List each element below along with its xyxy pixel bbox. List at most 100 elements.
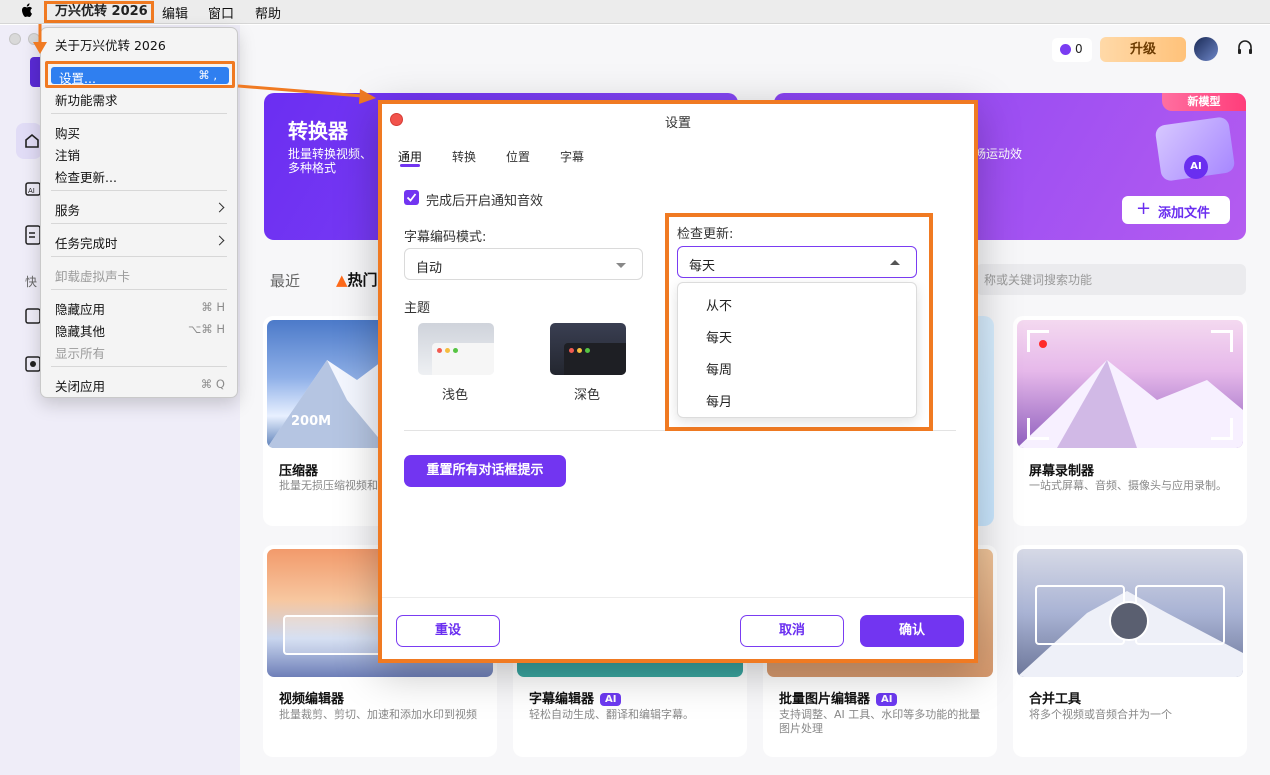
- hide-app-shortcut: ⌘ H: [201, 300, 225, 314]
- menu-separator: [51, 289, 227, 290]
- record-icon[interactable]: [25, 355, 41, 375]
- checkmark-icon: [406, 193, 417, 202]
- tab-recent[interactable]: 最近: [270, 270, 300, 291]
- card-desc: 将多个视频或音频合并为一个: [1029, 708, 1172, 721]
- ai-badge: AI: [600, 693, 622, 706]
- quit-shortcut: ⌘ Q: [200, 377, 225, 391]
- frame-corner-icon: [1027, 418, 1049, 440]
- theme-light-label: 浅色: [442, 388, 469, 403]
- card-merger[interactable]: 合并工具 将多个视频或音频合并为一个: [1013, 545, 1247, 757]
- record-dot-icon: [1039, 340, 1047, 348]
- ai-tools-icon[interactable]: AI: [25, 179, 41, 197]
- apple-icon[interactable]: [20, 2, 34, 19]
- window-minimize-button[interactable]: [28, 33, 40, 45]
- card-title-text: 字幕编辑器: [529, 692, 595, 707]
- light-window-preview: [432, 343, 494, 375]
- settings-dialog: 设置 通用 转换 位置 字幕 完成后开启通知音效 字幕编码模式: 自动 主题 浅…: [378, 100, 978, 663]
- theme-dark-option[interactable]: [550, 323, 626, 375]
- compressor-size-label: 200M: [291, 414, 332, 429]
- avatar[interactable]: [1194, 37, 1218, 61]
- traffic-dot: [437, 348, 442, 353]
- sidebar-section-fast: 快: [25, 275, 38, 289]
- screen-icon[interactable]: [25, 305, 41, 325]
- notify-label: 完成后开启通知音效: [426, 194, 544, 209]
- menu-item-purchase[interactable]: 购买: [55, 123, 80, 142]
- menu-item-about[interactable]: 关于万兴优转 2026: [55, 35, 166, 54]
- menu-item-quit[interactable]: 关闭应用: [55, 376, 105, 395]
- ai-badge: AI: [876, 693, 898, 706]
- card-title: 字幕编辑器 AI: [529, 688, 622, 707]
- traffic-dot: [569, 348, 574, 353]
- menu-item-show-all: 显示所有: [55, 346, 106, 361]
- reset-prompts-button[interactable]: 重置所有对话框提示: [404, 455, 566, 487]
- card-desc: 支持调整、AI 工具、水印等多功能的批量图片处理: [779, 708, 981, 735]
- upgrade-button[interactable]: 升级: [1100, 37, 1186, 62]
- menubar-edit[interactable]: 编辑: [162, 3, 188, 22]
- option-daily[interactable]: 每天: [706, 327, 732, 346]
- menu-item-logout[interactable]: 注销: [55, 145, 80, 164]
- confirm-button[interactable]: 确认: [860, 615, 964, 647]
- menu-item-feature-request[interactable]: 新功能需求: [55, 90, 118, 109]
- sidebar-item-home[interactable]: [16, 123, 42, 159]
- tab-location[interactable]: 位置: [506, 148, 530, 165]
- credits-badge[interactable]: 0: [1052, 38, 1092, 62]
- add-file-button[interactable]: + 添加文件: [1122, 196, 1230, 224]
- support-headset-icon[interactable]: [1236, 39, 1254, 57]
- add-file-label: 添加文件: [1158, 206, 1211, 221]
- card-title: 合并工具: [1029, 692, 1082, 707]
- card-desc: 一站式屏幕、音频、摄像头与应用录制。: [1029, 479, 1227, 492]
- converter-title: 转换器: [288, 119, 348, 143]
- option-never[interactable]: 从不: [706, 295, 732, 314]
- tab-hot[interactable]: ▲热门: [336, 269, 378, 290]
- menubar: 万兴优转 2026 编辑 窗口 帮助: [0, 0, 1270, 24]
- subtitle-encoding-select[interactable]: 自动: [404, 248, 643, 280]
- frame-corner-icon: [1211, 330, 1233, 352]
- menu-item-settings[interactable]: 设置... ⌘ ,: [51, 67, 229, 86]
- notify-checkbox[interactable]: [404, 190, 419, 205]
- frame-corner-icon: [1211, 418, 1233, 440]
- ai-banner-desc: 畅运动效: [974, 147, 1023, 161]
- chevron-right-icon: [214, 202, 225, 213]
- menu-item-uninstall-vcard: 卸载虚拟声卡: [55, 269, 131, 284]
- flame-icon: ▲: [336, 271, 348, 289]
- menu-item-settings-label: 设置...: [59, 71, 96, 86]
- check-update-value: 每天: [689, 259, 716, 274]
- chevron-down-icon: [616, 263, 626, 268]
- tab-hot-label: 热门: [347, 271, 378, 289]
- reset-button[interactable]: 重设: [396, 615, 500, 647]
- tab-subtitle[interactable]: 字幕: [560, 148, 584, 165]
- option-weekly[interactable]: 每周: [706, 359, 732, 378]
- document-icon[interactable]: [25, 225, 41, 245]
- cancel-button[interactable]: 取消: [740, 615, 844, 647]
- chevron-right-icon: [214, 235, 225, 246]
- traffic-dot: [445, 348, 450, 353]
- menubar-window[interactable]: 窗口: [208, 3, 234, 22]
- tab-general[interactable]: 通用: [398, 148, 422, 165]
- card-desc: 轻松自动生成、翻译和编辑字幕。: [529, 708, 694, 721]
- screen-recorder-image: [1017, 320, 1243, 448]
- menubar-app-name[interactable]: 万兴优转 2026: [44, 1, 154, 23]
- card-desc: 批量裁剪、剪切、加速和添加水印到视频: [279, 708, 477, 721]
- traffic-dot: [585, 348, 590, 353]
- menu-item-on-task-complete[interactable]: 任务完成时: [55, 233, 118, 252]
- ai-orb-icon: AI: [1184, 155, 1208, 179]
- search-input[interactable]: 称或关键词搜索功能: [976, 264, 1246, 295]
- credit-coin-icon: [1060, 44, 1071, 55]
- window-close-button[interactable]: [9, 33, 21, 45]
- card-title: 视频编辑器: [279, 692, 345, 707]
- menu-item-services[interactable]: 服务: [55, 200, 80, 219]
- menu-item-hide-app[interactable]: 隐藏应用: [55, 299, 105, 318]
- check-update-select[interactable]: 每天: [677, 246, 917, 278]
- clip-right-icon: [1135, 585, 1225, 645]
- check-update-label: 检查更新:: [677, 227, 734, 242]
- menubar-help[interactable]: 帮助: [255, 3, 281, 22]
- card-title: 批量图片编辑器 AI: [779, 688, 898, 707]
- menu-item-check-update[interactable]: 检查更新...: [55, 167, 117, 186]
- card-screen-recorder[interactable]: 屏幕录制器 一站式屏幕、音频、摄像头与应用录制。: [1013, 316, 1247, 526]
- theme-light-option[interactable]: [418, 323, 494, 375]
- option-monthly[interactable]: 每月: [706, 391, 732, 410]
- menu-item-hide-others[interactable]: 隐藏其他: [55, 321, 105, 340]
- menu-separator: [51, 113, 227, 114]
- theme-label: 主题: [404, 301, 431, 316]
- tab-convert[interactable]: 转换: [452, 148, 476, 165]
